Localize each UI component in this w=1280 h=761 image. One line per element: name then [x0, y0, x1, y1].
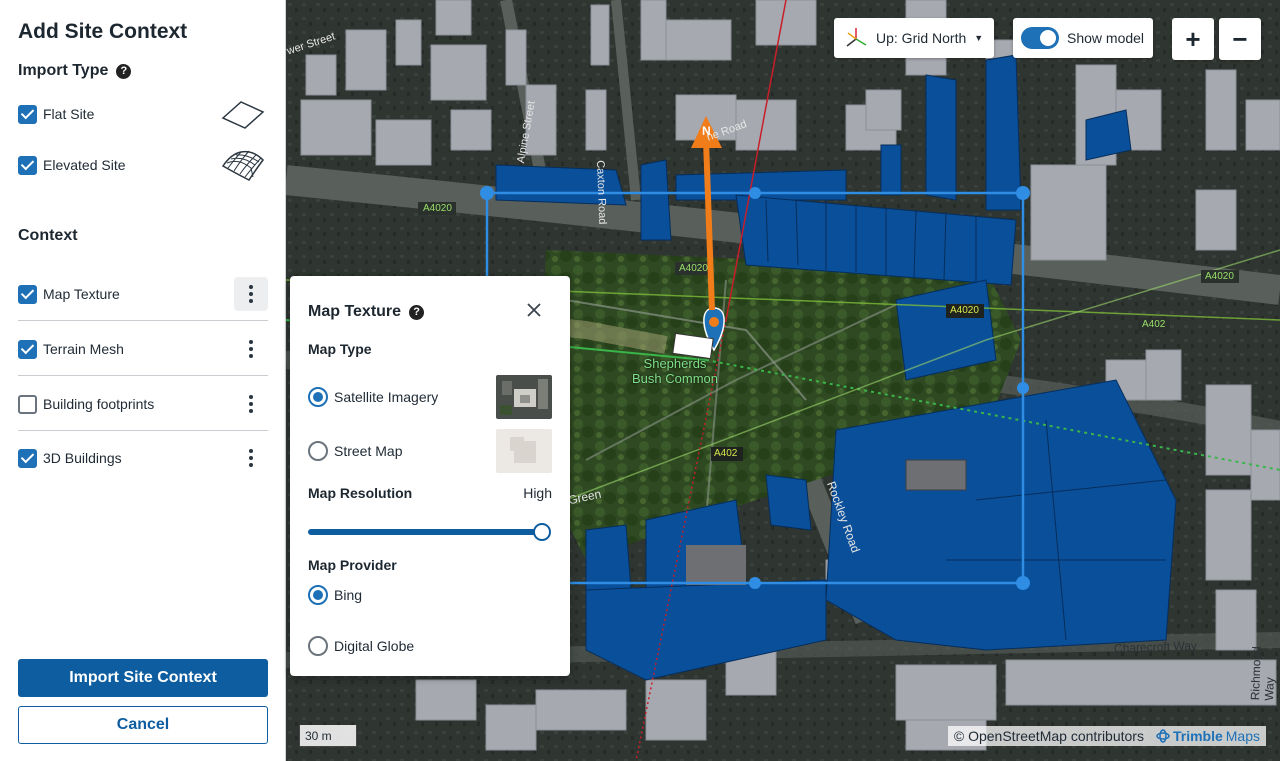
elevated-site-checkbox[interactable]	[18, 155, 37, 175]
show-model-toggle[interactable]: Show model	[1013, 18, 1153, 58]
resolution-value: High	[523, 485, 552, 501]
terrain-mesh-label: Terrain Mesh	[43, 341, 124, 357]
close-icon[interactable]	[526, 302, 542, 318]
panel-title: Map Texture ?	[308, 303, 425, 321]
map-resolution-heading: Map Resolution	[308, 485, 413, 501]
help-icon[interactable]: ?	[409, 304, 425, 320]
terrain-mesh-checkbox[interactable]	[18, 339, 37, 359]
brand-suffix: Maps	[1225, 728, 1260, 744]
divider	[18, 320, 268, 321]
satellite-radio[interactable]	[308, 387, 328, 407]
digital-globe-radio[interactable]	[308, 636, 328, 656]
attribution-text[interactable]: © OpenStreetMap contributors	[954, 728, 1144, 744]
3d-buildings-label: 3D Buildings	[43, 450, 122, 466]
resolution-slider-handle[interactable]	[533, 523, 551, 541]
cancel-button[interactable]: Cancel	[18, 706, 268, 744]
map-type-heading: Map Type	[308, 341, 372, 357]
axis-icon	[846, 28, 867, 47]
map-texture-option[interactable]: Map Texture	[18, 277, 268, 311]
building-footprints-checkbox[interactable]	[18, 394, 37, 414]
building-footprints-option[interactable]: Building footprints	[18, 392, 268, 416]
street-map-thumbnail[interactable]	[496, 429, 552, 473]
digital-globe-option[interactable]: Digital Globe	[308, 636, 552, 656]
street-map-radio[interactable]	[308, 441, 328, 461]
site-context-sidebar: Add Site Context Import Type ? Flat Site…	[0, 0, 286, 761]
zoom-out-button[interactable]: −	[1219, 18, 1261, 60]
terrain-mesh-option[interactable]: Terrain Mesh	[18, 337, 268, 361]
map-attribution: © OpenStreetMap contributors Trimble Map…	[947, 726, 1266, 746]
orientation-dropdown[interactable]: Up: Grid North ▼	[834, 18, 994, 58]
satellite-label: Satellite Imagery	[334, 389, 439, 405]
zoom-in-button[interactable]: +	[1172, 18, 1214, 60]
road-label: A402	[1142, 319, 1166, 330]
panel-title-text: Map Texture	[308, 303, 402, 320]
divider	[18, 430, 268, 431]
sidebar-title: Add Site Context	[18, 20, 188, 43]
map-texture-panel: Map Texture ? Map Type Satellite Imagery…	[290, 276, 570, 676]
bing-option[interactable]: Bing	[308, 585, 552, 605]
road-label: A402	[714, 448, 738, 459]
context-heading: Context	[18, 227, 78, 244]
3d-buildings-option[interactable]: 3D Buildings	[18, 446, 268, 470]
resolution-slider[interactable]	[308, 529, 542, 535]
map-texture-label: Map Texture	[43, 286, 120, 302]
terrain-mesh-more-icon[interactable]	[234, 332, 268, 366]
3d-buildings-more-icon[interactable]	[234, 441, 268, 475]
map-texture-checkbox[interactable]	[18, 284, 37, 304]
road-label: A4020	[423, 203, 452, 214]
trimble-maps-logo: Trimble Maps	[1156, 728, 1260, 744]
toggle-switch[interactable]	[1021, 27, 1059, 49]
building-footprints-label: Building footprints	[43, 396, 155, 412]
park-label: Shepherds Bush Common	[632, 356, 718, 386]
import-type-label: Import Type	[18, 62, 109, 79]
street-label: Charecroft Way	[1113, 638, 1198, 656]
satellite-thumbnail[interactable]	[496, 375, 552, 419]
park-label-line1: Shepherds	[643, 356, 707, 371]
show-model-label: Show model	[1067, 30, 1145, 46]
street-label: Richmond Way	[1248, 646, 1277, 701]
chevron-down-icon: ▼	[974, 33, 984, 43]
road-label: A4020	[950, 305, 979, 316]
map-texture-more-icon[interactable]	[234, 277, 268, 311]
flat-site-icon	[221, 101, 265, 129]
elevated-site-icon	[221, 150, 264, 181]
import-type-heading: Import Type ?	[18, 62, 132, 80]
road-label: A4020	[1205, 271, 1234, 282]
import-site-context-button[interactable]: Import Site Context	[18, 659, 268, 697]
digital-globe-label: Digital Globe	[334, 638, 415, 654]
3d-buildings-checkbox[interactable]	[18, 448, 37, 468]
brand-name: Trimble	[1172, 728, 1223, 744]
divider	[18, 375, 268, 376]
bing-radio[interactable]	[308, 585, 328, 605]
trimble-logo-icon	[1156, 729, 1170, 743]
park-label-line2: Bush Common	[632, 371, 718, 386]
road-label: A4020	[679, 263, 708, 274]
bing-label: Bing	[334, 587, 363, 603]
map-scale: 30 m	[299, 725, 357, 747]
street-map-label: Street Map	[334, 443, 403, 459]
street-label: Caxton Road	[594, 160, 609, 225]
map-provider-heading: Map Provider	[308, 557, 397, 573]
building-footprints-more-icon[interactable]	[234, 387, 268, 421]
orientation-label: Up: Grid North	[876, 30, 967, 46]
help-icon[interactable]: ?	[116, 63, 132, 79]
flat-site-checkbox[interactable]	[18, 104, 37, 124]
